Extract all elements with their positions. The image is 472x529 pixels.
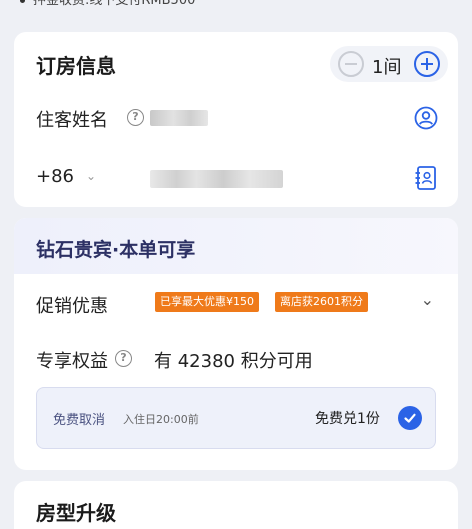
help-icon[interactable]: ? — [127, 109, 144, 126]
diamond-header: 钻石贵宾·本单可享 — [14, 218, 458, 274]
diamond-vip-card: 钻石贵宾·本单可享 促销优惠 已享最大优惠¥150 离店获2601积分 ⌄ 专享… — [14, 218, 458, 470]
bullet-icon — [20, 0, 25, 3]
benefit-label: 专享权益 — [36, 351, 108, 372]
minus-circle-icon[interactable] — [338, 51, 364, 77]
help-icon[interactable]: ? — [115, 350, 132, 367]
room-count-stepper: 1间 — [330, 46, 448, 82]
guest-name-field[interactable] — [150, 110, 208, 126]
room-upgrade-title: 房型升级 — [36, 501, 116, 525]
checkin-deadline: 入住日20:00前 — [123, 413, 199, 426]
phone-country-code[interactable]: +86 — [36, 166, 74, 187]
promo-tag-points: 离店获2601积分 — [275, 292, 368, 312]
booking-section-title: 订房信息 — [36, 54, 116, 78]
promo-label: 促销优惠 — [36, 296, 108, 317]
deposit-note: 押金收费:线下支付RMB500 — [0, 0, 472, 12]
booking-info-card: 订房信息 1间 住客姓名 ? +86 ⌄ — [14, 32, 458, 207]
plus-circle-icon[interactable] — [414, 51, 440, 77]
contacts-book-icon[interactable] — [414, 165, 438, 195]
guest-name-label: 住客姓名 — [36, 110, 108, 131]
chevron-down-icon[interactable]: ⌄ — [421, 290, 434, 309]
points-available-text: 有 42380 积分可用 — [154, 351, 313, 372]
person-circle-icon[interactable] — [414, 106, 438, 134]
phone-number-field[interactable] — [150, 170, 283, 188]
deposit-note-text: 押金收费:线下支付RMB500 — [33, 0, 196, 8]
free-cancel-label: 免费取消 — [53, 413, 106, 428]
redeem-text: 免费兑1份 — [315, 411, 380, 427]
room-count-value: 1间 — [372, 57, 402, 78]
free-cancel-benefit-option[interactable]: 免费取消 入住日20:00前 免费兑1份 — [36, 387, 436, 449]
room-upgrade-card: 房型升级 — [14, 481, 458, 529]
check-icon[interactable] — [398, 406, 422, 430]
chevron-down-icon[interactable]: ⌄ — [86, 169, 96, 183]
promo-tag-max-discount: 已享最大优惠¥150 — [155, 292, 259, 312]
diamond-title: 钻石贵宾·本单可享 — [36, 239, 196, 261]
